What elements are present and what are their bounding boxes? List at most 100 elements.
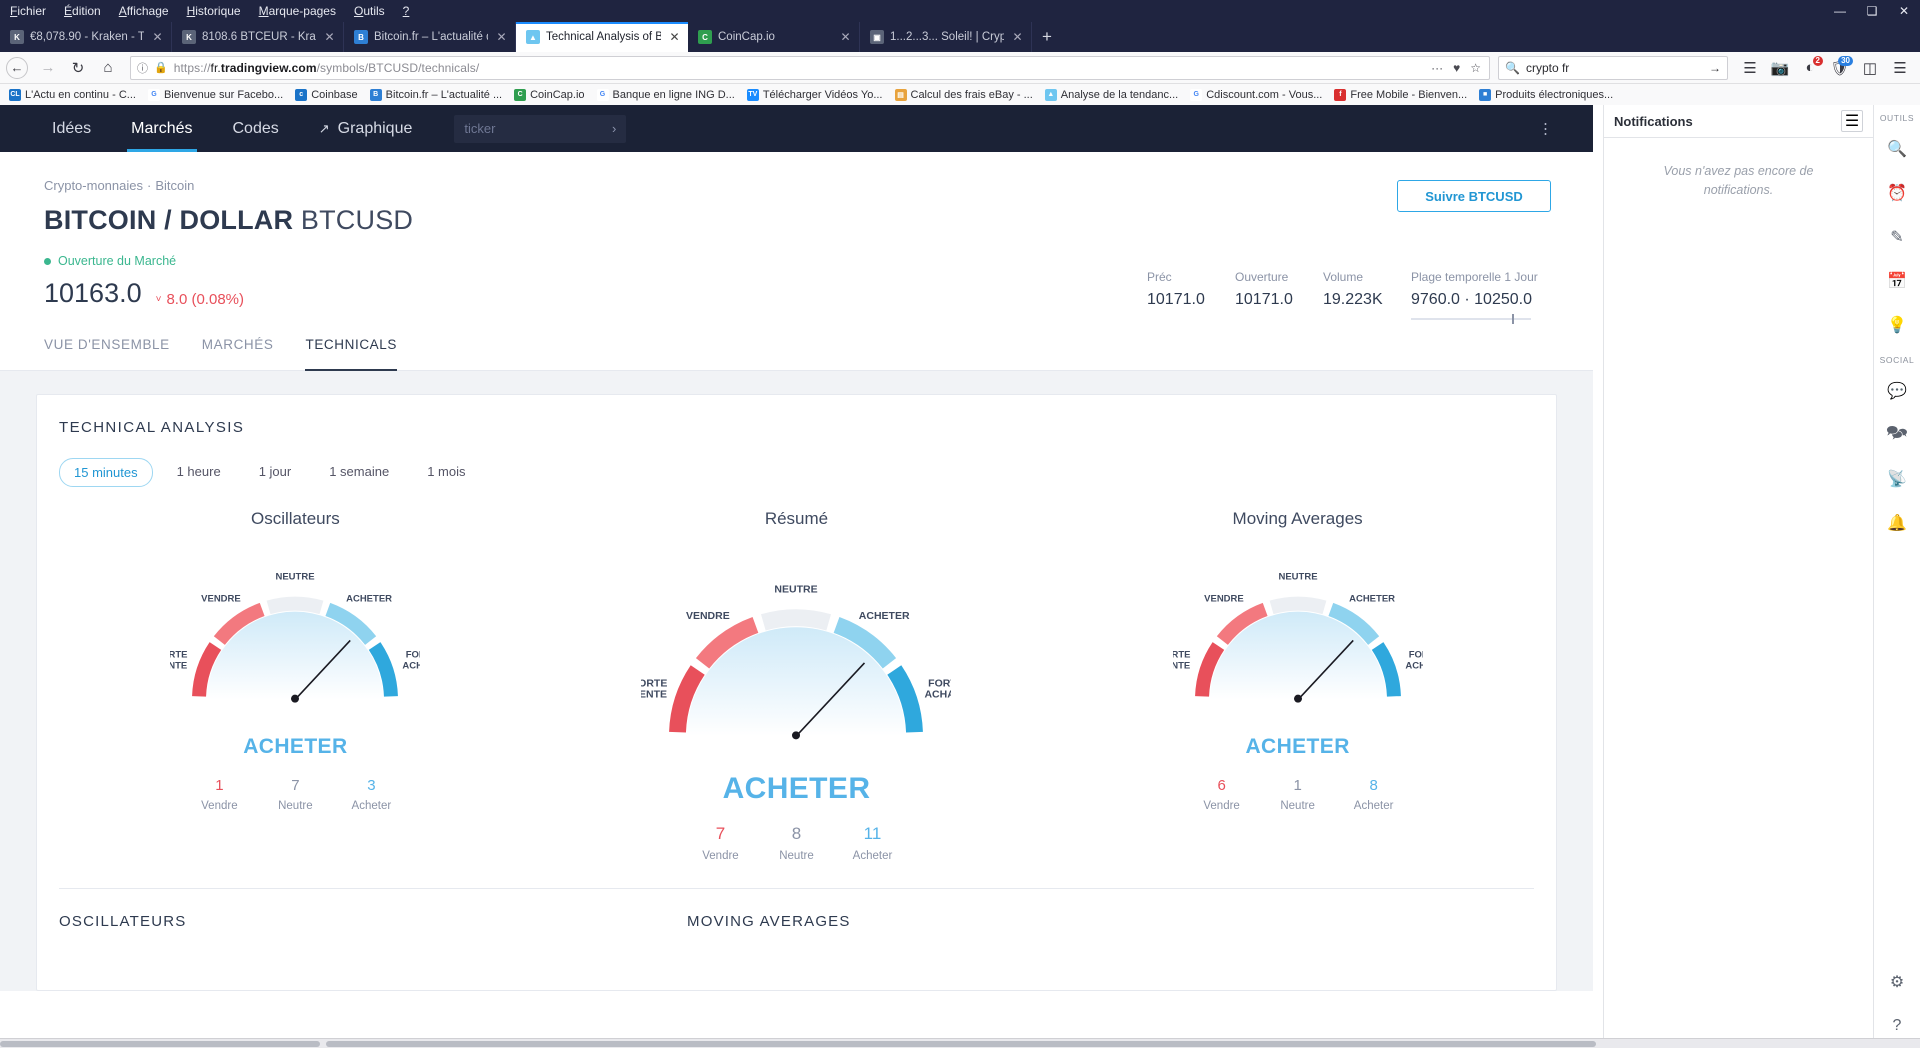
library-icon[interactable]: ☰ (1736, 55, 1764, 81)
bookmark-item[interactable]: BBitcoin.fr – L'actualité ... (365, 87, 507, 103)
ticker-arrow-icon[interactable]: › (612, 121, 616, 136)
bookmark-item[interactable]: GBienvenue sur Facebo... (143, 87, 288, 103)
bookmark-label: CoinCap.io (530, 89, 584, 101)
bookmark-item[interactable]: CCoinCap.io (509, 87, 589, 103)
tv-nav-codes[interactable]: Codes (213, 105, 299, 152)
bookmark-item[interactable]: TVTélécharger Vidéos Yo... (742, 87, 888, 103)
tab-close-icon[interactable]: ✕ (494, 30, 509, 45)
tv-nav-ides[interactable]: Idées (32, 105, 111, 152)
tab-close-icon[interactable]: ✕ (667, 30, 682, 45)
ticker-search-input[interactable]: ticker› (454, 115, 626, 143)
bookmark-star-icon[interactable]: ☆ (1468, 61, 1483, 75)
search-go-icon[interactable]: → (1709, 61, 1721, 75)
screenshot-icon[interactable]: 📷 (1766, 55, 1794, 81)
notifications-list-icon[interactable]: ☰ (1841, 110, 1863, 132)
browser-tab[interactable]: K€8,078.90 - Kraken - Trade✕ (0, 22, 172, 52)
count-label: Vendre (682, 850, 758, 862)
oscillators-gauge-svg: FORTEVENTEVENDRENEUTREACHETERFORTACHAT (170, 547, 420, 730)
chats-rail-icon[interactable]: 🗫 (1875, 413, 1919, 457)
tv-more-menu-icon[interactable]: ⋮ (1538, 124, 1553, 133)
bookmark-item[interactable]: GBanque en ligne ING D... (592, 87, 740, 103)
count-label: Vendre (1184, 800, 1260, 812)
card-title: TECHNICAL ANALYSIS (59, 419, 1534, 436)
tab-close-icon[interactable]: ✕ (150, 30, 165, 45)
tv-nav-label: Marchés (131, 120, 192, 138)
window-minimize-button[interactable]: — (1824, 0, 1856, 22)
timeframe-1-heure[interactable]: 1 heure (163, 458, 235, 487)
broadcast-rail-icon[interactable]: 📡 (1875, 457, 1919, 501)
stat-label: Ouverture (1235, 270, 1323, 284)
bookmark-item[interactable]: ■Produits électroniques... (1474, 87, 1618, 103)
breadcrumb-child[interactable]: Bitcoin (155, 178, 194, 193)
adblock-extension-icon[interactable]: ◐ 2 (1796, 55, 1824, 81)
feather-rail-icon[interactable]: ✎ (1875, 215, 1919, 259)
settings-rail-icon[interactable]: ⚙ (1875, 960, 1919, 1004)
menu-outils[interactable]: Outils (354, 4, 385, 18)
hamburger-menu-icon[interactable]: ☰ (1886, 55, 1914, 81)
moving-averages-gauge-zone-label: VENDRE (1204, 594, 1244, 605)
timeframe-1-jour[interactable]: 1 jour (245, 458, 306, 487)
back-button[interactable]: ← (6, 57, 28, 79)
stat-label: Préc (1147, 270, 1235, 284)
calendar-rail-icon[interactable]: 📅 (1875, 259, 1919, 303)
taskbar-item-2[interactable] (326, 1041, 1596, 1047)
menu-marquepages[interactable]: Marque-pages (259, 4, 336, 18)
window-maximize-button[interactable]: ❑ (1856, 0, 1888, 22)
page-info-icon[interactable]: ⓘ (137, 60, 148, 76)
url-bar[interactable]: ⓘ 🔒 https://fr.tradingview.com/symbols/B… (130, 56, 1490, 80)
bookmark-favicon: B (370, 89, 382, 101)
browser-tab[interactable]: BBitcoin.fr – L'actualité de Bitcoin✕ (344, 22, 516, 52)
bookmark-label: Télécharger Vidéos Yo... (763, 89, 883, 101)
bookmark-item[interactable]: ▲Analyse de la tendanc... (1040, 87, 1183, 103)
bookmark-item[interactable]: cCoinbase (290, 87, 362, 103)
browser-tab[interactable]: ▣1...2...3... Soleil! | CryptoFR✕ (860, 22, 1032, 52)
bookmark-item[interactable]: fFree Mobile - Bienven... (1329, 87, 1472, 103)
tv-nav-marchs[interactable]: Marchés (111, 105, 212, 152)
tab-close-icon[interactable]: ✕ (322, 30, 337, 45)
page-actions-icon[interactable]: ··· (1429, 61, 1445, 75)
tab-close-icon[interactable]: ✕ (838, 30, 853, 45)
home-button[interactable]: ⌂ (94, 55, 122, 81)
tab-vuedensemble[interactable]: VUE D'ENSEMBLE (44, 337, 170, 370)
timeframe-15-minutes[interactable]: 15 minutes (59, 458, 153, 487)
tab-marchs[interactable]: MARCHÉS (202, 337, 274, 370)
count-value: 1 (181, 777, 257, 794)
oscillators-gauge-title: Oscillateurs (251, 509, 340, 529)
bookmark-item[interactable]: GCdiscount.com - Vous... (1185, 87, 1327, 103)
menu-fichier[interactable]: Fichier (10, 4, 46, 18)
menu-affichage[interactable]: Affichage (119, 4, 169, 18)
timeframe-1-semaine[interactable]: 1 semaine (315, 458, 403, 487)
forward-button[interactable]: → (34, 55, 62, 81)
browser-tab-title: Bitcoin.fr – L'actualité de Bitcoin (374, 31, 488, 43)
shield-extension-icon[interactable]: 🛡 30 (1826, 55, 1854, 81)
tab-close-icon[interactable]: ✕ (1010, 30, 1025, 45)
new-tab-button[interactable]: + (1032, 22, 1062, 52)
bell-rail-icon[interactable]: 🔔 (1875, 501, 1919, 545)
tab-technicals[interactable]: TECHNICALS (305, 337, 397, 370)
search-rail-icon[interactable]: 🔍 (1875, 127, 1919, 171)
breadcrumb-parent[interactable]: Crypto-monnaies (44, 178, 143, 193)
menu-historique[interactable]: Historique (187, 4, 241, 18)
reload-button[interactable]: ↻ (64, 55, 92, 81)
menu-[interactable]: ? (403, 4, 410, 18)
tv-nav-graphique[interactable]: ↗Graphique (299, 105, 433, 152)
window-close-button[interactable]: ✕ (1888, 0, 1920, 22)
pocket-icon[interactable]: ♥ (1451, 61, 1462, 75)
bookmark-item[interactable]: CLL'Actu en continu - C... (4, 87, 141, 103)
browser-tab[interactable]: CCoinCap.io✕ (688, 22, 860, 52)
search-bar[interactable]: 🔍 crypto fr → (1498, 56, 1728, 80)
browser-tab[interactable]: K8108.6 BTCEUR - Kraken trading✕ (172, 22, 344, 52)
bookmark-item[interactable]: ▤Calcul des frais eBay - ... (890, 87, 1038, 103)
alarm-rail-icon[interactable]: ⏰ (1875, 171, 1919, 215)
chat-rail-icon[interactable]: 💬 (1875, 369, 1919, 413)
timeframe-1-mois[interactable]: 1 mois (413, 458, 479, 487)
bulb-rail-icon[interactable]: 💡 (1875, 303, 1919, 347)
taskbar-item-1[interactable] (0, 1041, 320, 1047)
page-tabs: VUE D'ENSEMBLE MARCHÉS TECHNICALS (0, 337, 1593, 371)
stat-plage-temporelle-1-jour: Plage temporelle 1 Jour9760.0 · 10250.0 (1411, 270, 1551, 320)
menu-dition[interactable]: Édition (64, 4, 101, 18)
browser-tab[interactable]: ▲Technical Analysis of Bitcoin / D✕ (516, 22, 688, 52)
sidebar-icon[interactable]: ◫ (1856, 55, 1884, 81)
follow-button[interactable]: Suivre BTCUSD (1397, 180, 1551, 212)
search-input-value[interactable]: crypto fr (1526, 61, 1703, 75)
